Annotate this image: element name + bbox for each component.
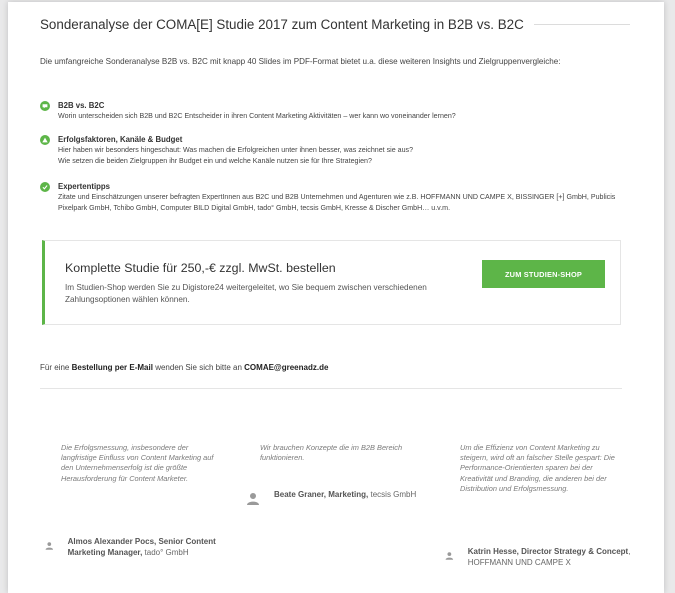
email-prefix: Für eine	[40, 363, 70, 372]
callout-title: Komplette Studie für 250,-€ zzgl. MwSt. …	[65, 261, 336, 275]
feature-description: Worin unterscheiden sich B2B und B2C Ent…	[58, 112, 456, 120]
email-middle: wenden Sie sich bitte an	[155, 363, 242, 372]
author-name: Almos Alexander Pocs, Senior Content Mar…	[67, 537, 216, 557]
author-name: Katrin Hesse, Director Strategy & Concep…	[467, 547, 629, 556]
testimonial-author: Beate Graner, Marketing, tecsis GmbH	[246, 490, 426, 506]
intro-text: Die umfangreiche Sonderanalyse B2B vs. B…	[40, 57, 561, 66]
email-order-line: Für eine Bestellung per E-Mail wenden Si…	[40, 363, 328, 372]
chat-icon	[40, 101, 50, 111]
testimonial-quote: Die Erfolgsmessung, insbesondere der lan…	[61, 443, 214, 483]
user-icon	[247, 493, 259, 505]
email-address-link[interactable]: COMAE@greenadz.de	[244, 363, 328, 372]
feature-title: Expertentipps	[58, 182, 110, 191]
section-divider	[40, 388, 622, 389]
user-icon	[445, 552, 454, 560]
feature-description: Hier haben wir besonders hingeschaut: Wa…	[58, 146, 414, 154]
testimonial-author: Almos Alexander Pocs, Senior Content Mar…	[45, 537, 235, 558]
feature-title: Erfolgsfaktoren, Kanäle & Budget	[58, 135, 183, 144]
section-heading: Sonderanalyse der COMA[E] Studie 2017 zu…	[40, 15, 630, 33]
page-title: Sonderanalyse der COMA[E] Studie 2017 zu…	[40, 16, 524, 32]
author-company: tado° GmbH	[144, 547, 189, 557]
testimonial-author: Katrin Hesse, Director Strategy & Concep…	[445, 547, 635, 568]
testimonial-quote: Wir brauchen Konzepte die im B2B Bereich…	[260, 443, 403, 463]
order-callout: Komplette Studie für 250,-€ zzgl. MwSt. …	[42, 240, 621, 325]
author-company: tecsis GmbH	[370, 490, 417, 499]
check-icon	[40, 182, 50, 192]
callout-description: Im Studien-Shop werden Sie zu Digistore2…	[65, 283, 427, 304]
heading-divider	[533, 23, 630, 25]
author-name: Beate Graner, Marketing,	[274, 490, 369, 499]
feature-title: B2B vs. B2C	[58, 101, 105, 110]
email-order-label: Bestellung per E-Mail	[71, 363, 153, 372]
testimonial-quote: Um die Effizienz von Content Marketing z…	[460, 443, 615, 493]
user-icon	[45, 542, 54, 550]
content-card: Sonderanalyse der COMA[E] Studie 2017 zu…	[8, 2, 664, 593]
warning-icon	[40, 135, 50, 145]
feature-description: Zitate und Einschätzungen unserer befrag…	[58, 193, 616, 212]
studien-shop-button[interactable]: ZUM STUDIEN-SHOP	[482, 260, 605, 288]
feature-description: Wie setzen die beiden Zielgruppen ihr Bu…	[58, 157, 372, 165]
